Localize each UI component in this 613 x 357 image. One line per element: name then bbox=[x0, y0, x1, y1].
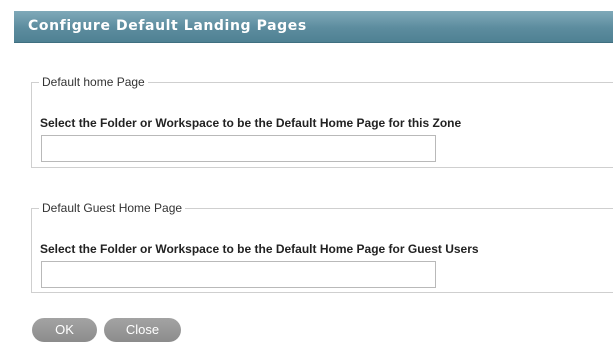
default-guest-home-page-input[interactable] bbox=[41, 261, 436, 288]
close-button[interactable]: Close bbox=[104, 318, 181, 342]
default-guest-home-page-prompt: Select the Folder or Workspace to be the… bbox=[40, 242, 479, 256]
default-home-page-input[interactable] bbox=[41, 135, 436, 162]
dialog-title-bar[interactable]: Configure Default Landing Pages bbox=[14, 11, 613, 43]
default-home-page-legend: Default home Page bbox=[42, 75, 145, 89]
default-guest-home-page-group: Default Guest Home Page Select the Folde… bbox=[31, 201, 613, 293]
default-guest-home-page-legend: Default Guest Home Page bbox=[42, 201, 183, 215]
dialog-title: Configure Default Landing Pages bbox=[28, 18, 307, 34]
configure-landing-pages-dialog: Configure Default Landing Pages Default … bbox=[0, 0, 613, 357]
ok-button[interactable]: OK bbox=[32, 318, 97, 342]
default-home-page-prompt: Select the Folder or Workspace to be the… bbox=[40, 116, 462, 130]
default-home-page-group: Default home Page Select the Folder or W… bbox=[31, 75, 613, 168]
